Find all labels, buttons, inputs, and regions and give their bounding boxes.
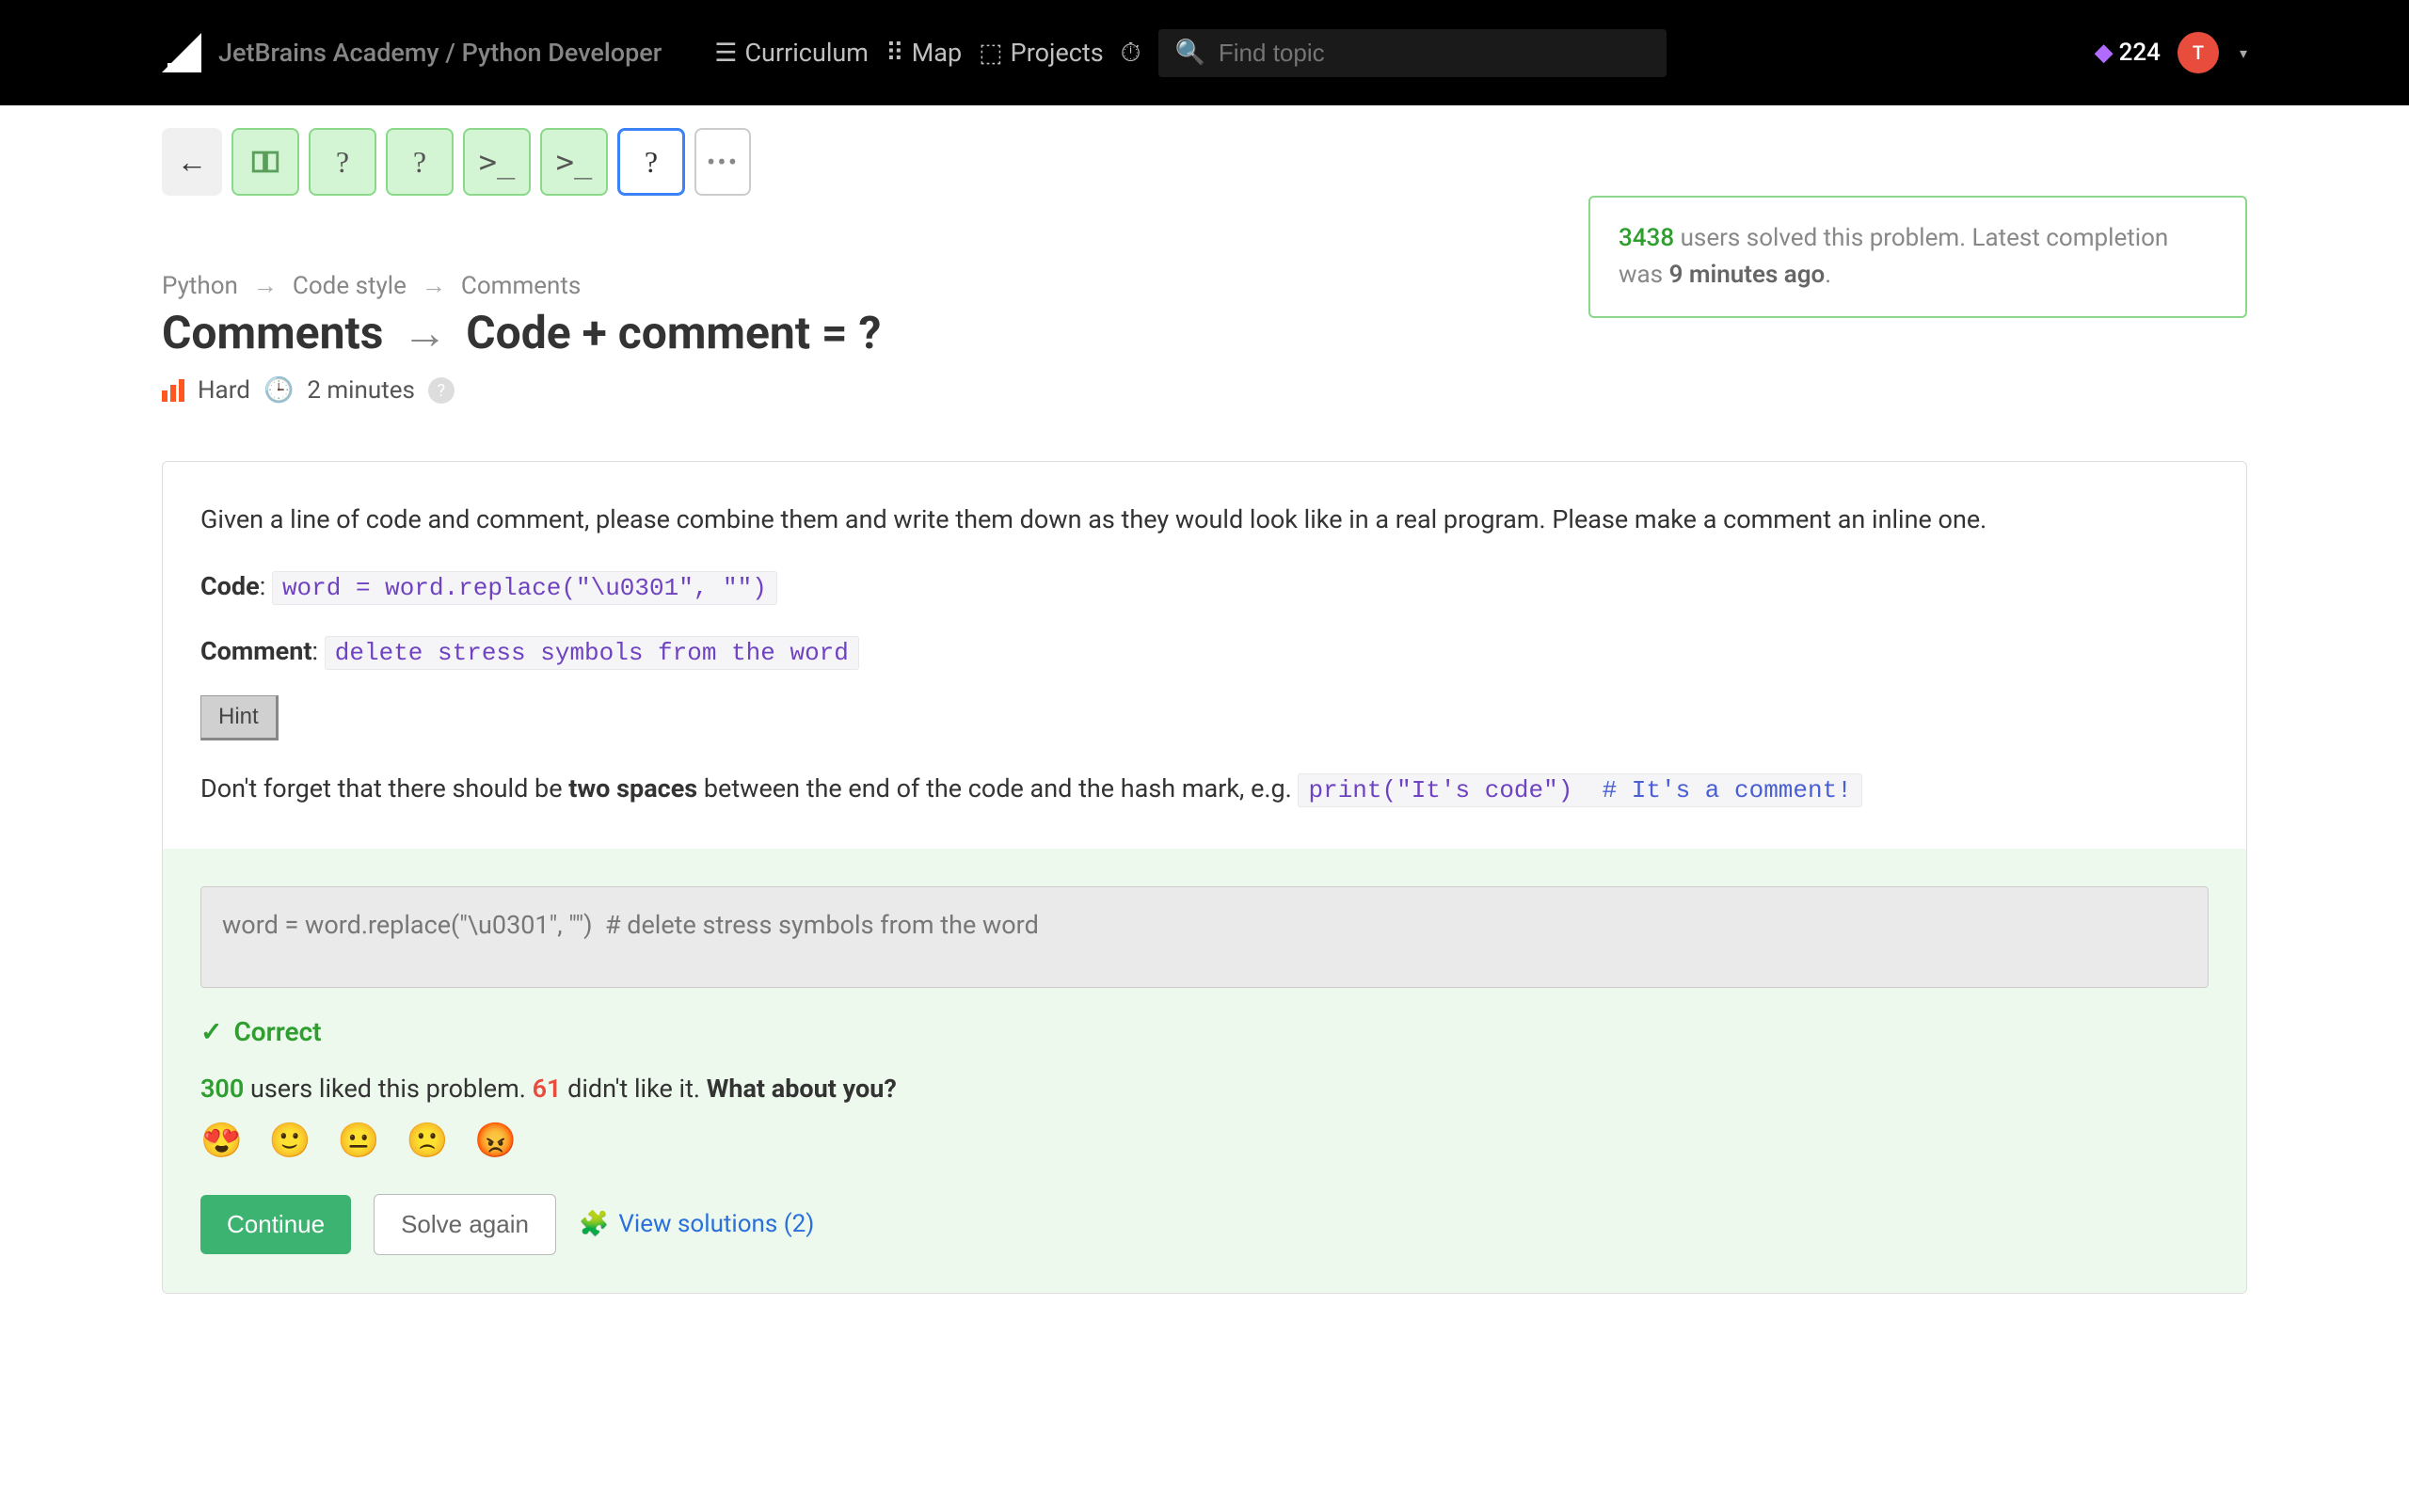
nav-map[interactable]: ⠿ Map [885,38,962,68]
correct-indicator: ✓ Correct [200,1016,2209,1047]
code-label: Code [200,571,260,601]
hint-text-a: Don't forget that there should be [200,773,568,804]
meta-row: Hard 🕒 2 minutes ? [162,376,1551,405]
code-value: word = word.replace("\u0301", "") [272,571,777,605]
reaction-neutral[interactable]: 😐 [338,1121,380,1160]
solved-ago: 9 minutes ago [1669,261,1826,289]
breadcrumb-a[interactable]: Python [162,272,238,300]
answer-input[interactable] [200,886,2209,988]
reaction-sad[interactable]: 🙁 [406,1121,448,1160]
likes-count: 300 [200,1074,244,1104]
reaction-happy[interactable]: 🙂 [269,1121,311,1160]
reaction-row: 😍 🙂 😐 🙁 😡 [200,1121,2209,1160]
problem-card: Given a line of code and comment, please… [162,461,2247,1294]
search-input[interactable] [1219,39,1650,68]
chevron-down-icon[interactable]: ▾ [2240,44,2247,62]
step-current[interactable]: ? [617,128,685,196]
feedback-line: 300 users liked this problem. 61 didn't … [200,1074,2209,1104]
grid-icon: ⠿ [885,38,904,68]
cube-icon: ⬚ [979,38,1003,68]
correct-label: Correct [233,1016,321,1047]
nav-map-label: Map [912,38,962,68]
gem-icon: ◆ [2095,39,2114,67]
stopwatch-icon: ⏱ [1121,37,1141,69]
difficulty-label: Hard [198,376,250,405]
arrow-right-icon: → [422,271,446,300]
reaction-angry[interactable]: 😡 [474,1121,517,1160]
difficulty-icon [162,379,184,402]
comment-value: delete stress symbols from the word [325,636,859,670]
step-code-1[interactable]: >_ [463,128,531,196]
problem-body: Given a line of code and comment, please… [163,462,2246,849]
step-more[interactable]: ••• [694,128,751,196]
problem-intro: Given a line of code and comment, please… [200,500,2209,540]
book-icon [249,146,281,178]
nav-curriculum-label: Curriculum [744,38,868,68]
feedback-text-a: users liked this problem. [244,1074,532,1104]
arrow-left-icon: ← [177,144,207,180]
check-icon: ✓ [200,1016,222,1047]
step-quiz-2[interactable]: ? [386,128,454,196]
feedback-text-b: didn't like it. [561,1074,706,1104]
action-row: Continue Solve again 🧩 View solutions (2… [200,1194,2209,1255]
answer-area: ✓ Correct 300 users liked this problem. … [163,849,2246,1293]
stepper-row: ← ? ? >_ >_ ? ••• [162,128,2247,196]
search-icon: 🔍 [1175,39,1205,67]
comment-label: Comment [200,636,312,666]
avatar-initial: T [2193,41,2204,64]
page-title: Comments → Code + comment = ? [162,306,1551,359]
top-header: JetBrains Academy / Python Developer ☰ C… [0,0,2409,105]
nav-curriculum[interactable]: ☰ Curriculum [714,38,869,68]
nav-projects-label: Projects [1011,38,1104,68]
menu-icon: ☰ [714,38,737,68]
breadcrumb-c[interactable]: Comments [461,272,581,300]
search-box[interactable]: 🔍 [1158,29,1667,77]
continue-button[interactable]: Continue [200,1195,351,1254]
reaction-love[interactable]: 😍 [200,1121,243,1160]
view-solutions-label: View solutions (2) [618,1210,814,1238]
title-left: Comments [162,306,383,359]
gems-value: 224 [2119,39,2161,67]
puzzle-icon: 🧩 [579,1210,609,1238]
step-theory[interactable] [231,128,299,196]
avatar[interactable]: T [2178,32,2219,73]
solve-again-button[interactable]: Solve again [374,1194,556,1255]
title-right: Code + comment = ? [466,306,881,359]
solved-info-box: 3438 users solved this problem. Latest c… [1588,196,2247,318]
arrow-right-icon: → [253,271,278,300]
hint-text-b: between the end of the code and the hash… [697,773,1298,804]
hint-button[interactable]: Hint [200,695,279,740]
solved-count: 3438 [1619,224,1674,252]
breadcrumb-b[interactable]: Code style [293,272,407,300]
site-title[interactable]: JetBrains Academy / Python Developer [218,38,662,68]
breadcrumb: Python → Code style → Comments [162,271,1551,300]
arrow-right-icon: → [402,306,447,359]
help-icon[interactable]: ? [428,377,455,404]
hint-code: print("It's code") [1308,776,1572,804]
time-label: 2 minutes [307,376,415,405]
logo-icon[interactable] [162,33,201,72]
back-button[interactable]: ← [162,128,222,196]
step-quiz-1[interactable]: ? [309,128,376,196]
hint-comment: # It's a comment! [1603,776,1852,804]
dislikes-count: 61 [533,1074,562,1104]
feedback-prompt: What about you? [707,1074,897,1104]
nav-timer[interactable]: ⏱ [1121,37,1141,69]
hint-bold: two spaces [568,773,697,804]
clock-icon: 🕒 [263,376,294,405]
nav-projects[interactable]: ⬚ Projects [979,38,1104,68]
step-code-2[interactable]: >_ [540,128,608,196]
gems-count[interactable]: ◆ 224 [2095,39,2161,67]
view-solutions-link[interactable]: 🧩 View solutions (2) [579,1210,814,1238]
